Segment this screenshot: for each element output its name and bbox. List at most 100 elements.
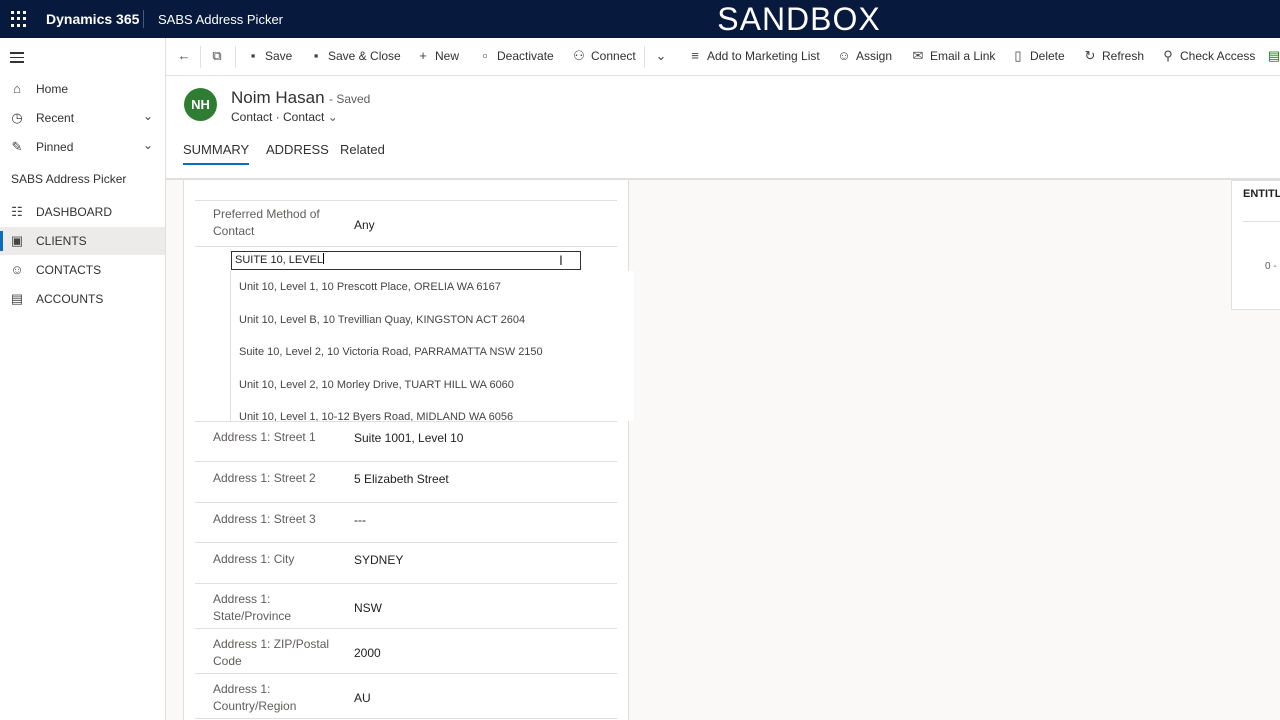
chevron-down-icon: ⌄ xyxy=(655,48,667,63)
sidebar-item-clients[interactable]: ▣ CLIENTS xyxy=(0,227,165,255)
back-arrow-icon: ← xyxy=(177,48,191,63)
delete-button[interactable]: ▯ Delete xyxy=(1011,48,1065,66)
sidebar-item-dashboard[interactable]: ☷ DASHBOARD xyxy=(0,198,165,226)
email-link-button[interactable]: ✉ Email a Link xyxy=(911,48,996,66)
delete-label: Delete xyxy=(1030,49,1065,63)
check-access-button[interactable]: ⚲ Check Access xyxy=(1161,48,1255,66)
field-value[interactable]: SYDNEY xyxy=(354,553,403,567)
field-street-2: Address 1: Street 2 5 Elizabeth Street xyxy=(195,462,617,503)
field-postal-code: Address 1: ZIP/Postal Code 2000 xyxy=(195,629,617,674)
suggestion-item[interactable]: Suite 10, Level 2, 10 Victoria Road, PAR… xyxy=(239,346,543,358)
save-close-label: Save & Close xyxy=(328,49,401,63)
command-bar: ← ⧉ ▪ Save ▪ Save & Close + New ▫ Deactivate… xyxy=(166,38,1280,76)
refresh-button[interactable]: ↻ Refresh xyxy=(1083,48,1144,66)
field-label: Address 1: Street 2 xyxy=(213,471,316,485)
sidebar-section-title: SABS Address Picker xyxy=(11,172,127,186)
field-value[interactable]: Any xyxy=(354,218,375,232)
save-label: Save xyxy=(265,49,293,63)
field-city: Address 1: City SYDNEY xyxy=(195,543,617,584)
suggestion-item[interactable]: Unit 10, Level 1, 10 Prescott Place, ORE… xyxy=(239,281,501,293)
sidebar-item-home[interactable]: ⌂ Home xyxy=(0,75,165,103)
field-label: Preferred Method of Contact xyxy=(213,207,320,238)
avatar: NH xyxy=(184,88,217,121)
person-icon: ☺ xyxy=(10,262,24,277)
chevron-down-icon: ⌄ xyxy=(142,109,153,123)
sidebar-item-pinned[interactable]: ✎ Pinned ⌄ xyxy=(0,133,165,161)
divider xyxy=(1243,221,1280,222)
save-button[interactable]: ▪ Save xyxy=(246,48,293,66)
deactivate-label: Deactivate xyxy=(497,49,554,63)
sidebar-item-label: Home xyxy=(36,82,69,96)
add-marketing-label: Add to Marketing List xyxy=(707,49,820,63)
sidebar-item-label: CLIENTS xyxy=(36,234,87,248)
divider xyxy=(200,46,201,68)
field-value[interactable]: --- xyxy=(354,513,366,527)
dashboard-icon: ☷ xyxy=(11,204,23,219)
environment-banner: SANDBOX xyxy=(717,1,881,37)
tab-related[interactable]: Related xyxy=(340,142,385,157)
field-value[interactable]: 2000 xyxy=(354,646,381,660)
suggestion-item[interactable]: Unit 10, Level 1, 10-12 Byers Road, MIDL… xyxy=(239,411,513,421)
field-label: Address 1: ZIP/Postal Code xyxy=(213,637,330,668)
hamburger-menu-icon[interactable] xyxy=(10,52,24,66)
field-preferred-contact: Preferred Method of Contact Any xyxy=(195,201,617,247)
suggestion-item[interactable]: Unit 10, Level B, 10 Trevillian Quay, KI… xyxy=(239,314,525,326)
trash-icon: ▯ xyxy=(1014,48,1022,63)
assign-label: Assign xyxy=(856,49,893,63)
field-label: Address 1: City xyxy=(213,552,295,566)
save-icon: ▪ xyxy=(250,48,256,63)
sidebar-item-label: Recent xyxy=(36,111,75,125)
record-header: NH Noim Hasan - Saved Contact · Contact … xyxy=(166,76,1280,180)
home-icon: ⌂ xyxy=(13,81,21,96)
ibeam-cursor-icon: I xyxy=(559,252,563,268)
connect-dropdown-button[interactable]: ⌄ xyxy=(654,48,673,66)
person-icon: ☺ xyxy=(837,48,851,63)
assign-button[interactable]: ☺ Assign xyxy=(837,48,892,66)
card-title: ENTITL xyxy=(1243,188,1280,200)
field-value[interactable]: Suite 1001, Level 10 xyxy=(354,431,463,445)
mail-icon: ✉ xyxy=(912,48,924,63)
add-marketing-list-button[interactable]: ≡ Add to Marketing List xyxy=(688,48,820,66)
sidebar-item-contacts[interactable]: ☺ CONTACTS xyxy=(0,256,165,284)
field-state: Address 1: State/Province NSW xyxy=(195,584,617,629)
field-value[interactable]: 5 Elizabeth Street xyxy=(354,472,449,486)
sidebar-item-recent[interactable]: ◷ Recent ⌄ xyxy=(0,104,165,132)
sidebar-item-label: DASHBOARD xyxy=(36,205,113,219)
key-icon: ⚲ xyxy=(1163,48,1173,63)
save-close-icon: ▪ xyxy=(313,48,319,63)
open-new-window-button[interactable]: ⧉ xyxy=(210,48,229,66)
sidebar: ⌂ Home ◷ Recent ⌄ ✎ Pinned ⌄ SABS Addres… xyxy=(0,38,166,720)
sidebar-item-label: CONTACTS xyxy=(36,263,102,277)
new-button[interactable]: + New xyxy=(416,48,459,66)
text-cursor xyxy=(323,253,325,264)
sidebar-item-accounts[interactable]: ▤ ACCOUNTS xyxy=(0,285,165,313)
building-icon: ▤ xyxy=(10,291,24,306)
field-value[interactable]: NSW xyxy=(354,601,382,615)
entitlements-card: ENTITL 0 - xyxy=(1231,180,1280,310)
address-search-input[interactable]: SUITE 10, LEVEL xyxy=(231,251,581,270)
clock-icon: ◷ xyxy=(11,110,23,125)
save-close-button[interactable]: ▪ Save & Close xyxy=(309,48,401,66)
clipboard-icon: ▣ xyxy=(10,233,24,248)
deactivate-button[interactable]: ▫ Deactivate xyxy=(478,48,554,66)
tab-address[interactable]: ADDRESS xyxy=(266,142,329,157)
divider xyxy=(644,46,645,68)
back-button[interactable]: ← xyxy=(177,48,196,66)
address-input-text: SUITE 10, LEVEL xyxy=(235,254,324,266)
tab-summary[interactable]: SUMMARY xyxy=(183,142,250,165)
suggestion-item[interactable]: Unit 10, Level 2, 10 Morley Drive, TUART… xyxy=(239,379,514,391)
deactivate-icon: ▫ xyxy=(482,48,488,63)
email-link-label: Email a Link xyxy=(930,49,996,63)
overflow-button[interactable]: ▤ xyxy=(1267,48,1280,66)
sidebar-item-label: Pinned xyxy=(36,140,74,154)
list-icon: ≡ xyxy=(691,48,699,63)
plus-icon: + xyxy=(419,48,427,63)
form-content: Preferred Method of Contact Any SUITE 10… xyxy=(166,180,1280,720)
record-type-selector[interactable]: Contact · Contact ⌄ xyxy=(231,110,338,124)
pin-icon: ✎ xyxy=(11,139,23,154)
connect-button[interactable]: ⚇ Connect xyxy=(572,48,636,66)
record-type-label: Contact · Contact xyxy=(231,110,325,124)
connect-label: Connect xyxy=(591,49,636,63)
field-value[interactable]: AU xyxy=(354,691,371,705)
new-label: New xyxy=(435,49,460,63)
